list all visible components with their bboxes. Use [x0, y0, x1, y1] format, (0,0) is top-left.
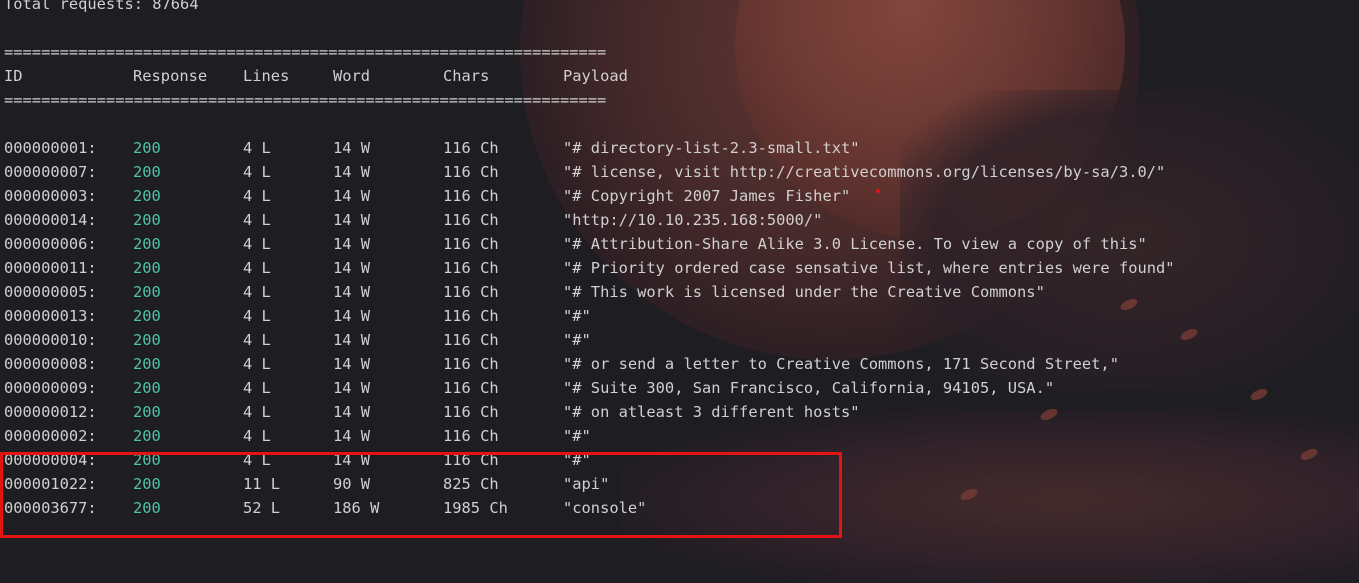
cell-chars: 116 Ch	[443, 235, 499, 253]
cell-chars: 116 Ch	[443, 403, 499, 421]
cell-lines: 4 L	[243, 403, 271, 421]
cell-response: 200	[133, 235, 161, 253]
cell-chars: 116 Ch	[443, 211, 499, 229]
cell-id: 000000006:	[4, 235, 97, 253]
cell-response: 200	[133, 403, 161, 421]
cell-word: 14 W	[333, 379, 371, 397]
cell-lines: 4 L	[243, 379, 271, 397]
cell-word: 14 W	[333, 139, 371, 157]
cell-chars: 116 Ch	[443, 427, 499, 445]
cell-word: 14 W	[333, 283, 371, 301]
header-chars: Chars	[443, 67, 490, 85]
cell-lines: 4 L	[243, 355, 271, 373]
header-word: Word	[333, 67, 371, 85]
cell-payload: "#"	[563, 307, 591, 325]
cell-word: 14 W	[333, 307, 371, 325]
header-id: ID	[4, 67, 23, 85]
cell-payload: "# Suite 300, San Francisco, California,…	[563, 379, 1055, 397]
cell-payload: "# license, visit http://creativecommons…	[563, 163, 1166, 181]
cell-lines: 4 L	[243, 259, 271, 277]
cell-lines: 4 L	[243, 427, 271, 445]
mouse-pointer	[876, 189, 880, 193]
cell-lines: 4 L	[243, 139, 271, 157]
cell-payload: "# Copyright 2007 James Fisher"	[563, 187, 851, 205]
cell-word: 14 W	[333, 331, 371, 349]
cell-chars: 116 Ch	[443, 355, 499, 373]
cell-id: 000000011:	[4, 259, 97, 277]
cell-response: 200	[133, 211, 161, 229]
cell-word: 14 W	[333, 355, 371, 373]
highlight-annotation-box	[0, 452, 842, 538]
header-separator-bottom: ========================================…	[4, 91, 607, 109]
cell-chars: 116 Ch	[443, 163, 499, 181]
cell-payload: "# on atleast 3 different hosts"	[563, 403, 860, 421]
cell-payload: "# Attribution-Share Alike 3.0 License. …	[563, 235, 1147, 253]
header-lines: Lines	[243, 67, 290, 85]
cell-lines: 4 L	[243, 283, 271, 301]
cell-id: 000000014:	[4, 211, 97, 229]
total-requests-line: Total requests: 87664	[4, 0, 199, 13]
cell-word: 14 W	[333, 259, 371, 277]
cell-id: 000000007:	[4, 163, 97, 181]
cell-id: 000000010:	[4, 331, 97, 349]
cell-payload: "# directory-list-2.3-small.txt"	[563, 139, 860, 157]
cell-id: 000000002:	[4, 427, 97, 445]
cell-chars: 116 Ch	[443, 187, 499, 205]
cell-word: 14 W	[333, 187, 371, 205]
cell-payload: "# Priority ordered case sensative list,…	[563, 259, 1175, 277]
cell-lines: 4 L	[243, 211, 271, 229]
cell-response: 200	[133, 379, 161, 397]
header-payload: Payload	[563, 67, 628, 85]
cell-payload: "# or send a letter to Creative Commons,…	[563, 355, 1119, 373]
cell-chars: 116 Ch	[443, 283, 499, 301]
cell-word: 14 W	[333, 403, 371, 421]
cell-id: 000000013:	[4, 307, 97, 325]
cell-lines: 4 L	[243, 163, 271, 181]
cell-response: 200	[133, 139, 161, 157]
cell-payload: "http://10.10.235.168:5000/"	[563, 211, 823, 229]
cell-response: 200	[133, 307, 161, 325]
header-response: Response	[133, 67, 208, 85]
cell-word: 14 W	[333, 163, 371, 181]
cell-id: 000000003:	[4, 187, 97, 205]
cell-id: 000000008:	[4, 355, 97, 373]
cell-chars: 116 Ch	[443, 307, 499, 325]
cell-chars: 116 Ch	[443, 139, 499, 157]
cell-response: 200	[133, 355, 161, 373]
cell-lines: 4 L	[243, 331, 271, 349]
cell-response: 200	[133, 427, 161, 445]
cell-lines: 4 L	[243, 307, 271, 325]
cell-id: 000000001:	[4, 139, 97, 157]
cell-payload: "# This work is licensed under the Creat…	[563, 283, 1045, 301]
cell-chars: 116 Ch	[443, 379, 499, 397]
cell-chars: 116 Ch	[443, 259, 499, 277]
cell-word: 14 W	[333, 211, 371, 229]
cell-response: 200	[133, 331, 161, 349]
cell-id: 000000005:	[4, 283, 97, 301]
cell-lines: 4 L	[243, 187, 271, 205]
cell-response: 200	[133, 259, 161, 277]
cell-response: 200	[133, 187, 161, 205]
cell-word: 14 W	[333, 235, 371, 253]
cell-response: 200	[133, 283, 161, 301]
cell-chars: 116 Ch	[443, 331, 499, 349]
cell-response: 200	[133, 163, 161, 181]
header-separator-top: ========================================…	[4, 43, 607, 61]
cell-word: 14 W	[333, 427, 371, 445]
cell-lines: 4 L	[243, 235, 271, 253]
cell-payload: "#"	[563, 427, 591, 445]
cell-id: 000000009:	[4, 379, 97, 397]
cell-id: 000000012:	[4, 403, 97, 421]
cell-payload: "#"	[563, 331, 591, 349]
